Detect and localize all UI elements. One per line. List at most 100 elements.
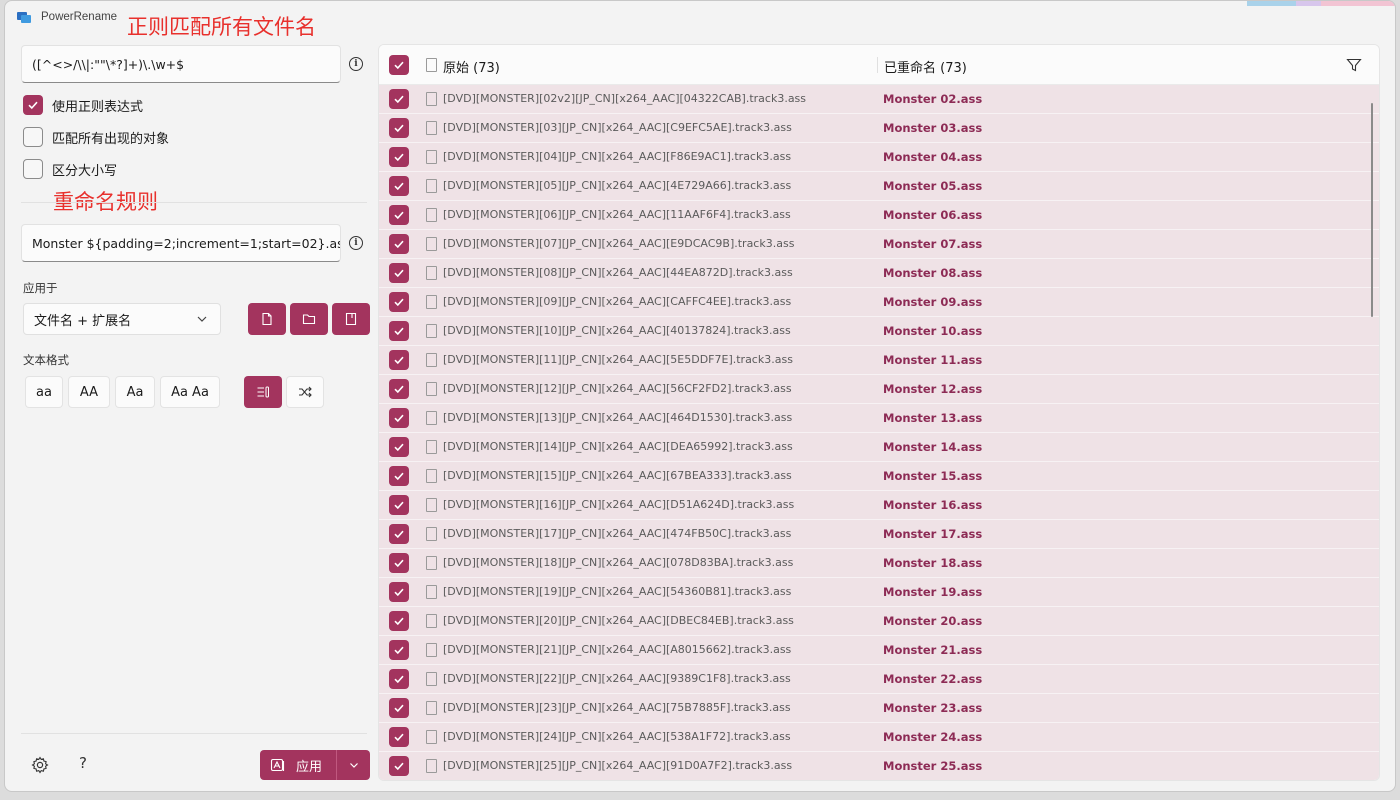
row-checkbox[interactable]: [389, 118, 409, 138]
capitalize-words-button[interactable]: Aa Aa: [160, 376, 220, 408]
row-checkbox[interactable]: [389, 147, 409, 167]
renamed-filename: Monster 20.ass: [883, 614, 983, 628]
include-files-button[interactable]: [248, 303, 286, 335]
file-row[interactable]: [DVD][MONSTER][22][JP_CN][x264_AAC][9389…: [379, 665, 1379, 694]
original-filename: [DVD][MONSTER][11][JP_CN][x264_AAC][5E5D…: [443, 353, 793, 366]
file-row[interactable]: [DVD][MONSTER][14][JP_CN][x264_AAC][DEA6…: [379, 433, 1379, 462]
file-row[interactable]: [DVD][MONSTER][20][JP_CN][x264_AAC][DBEC…: [379, 607, 1379, 636]
row-checkbox[interactable]: [389, 466, 409, 486]
folder-icon: [302, 314, 316, 325]
file-icon: [426, 382, 437, 396]
settings-gear-icon[interactable]: [31, 756, 49, 774]
file-row[interactable]: [DVD][MONSTER][13][JP_CN][x264_AAC][464D…: [379, 404, 1379, 433]
renamed-filename: Monster 12.ass: [883, 382, 983, 396]
row-checkbox[interactable]: [389, 582, 409, 602]
file-icon: [426, 701, 437, 715]
row-checkbox[interactable]: [389, 640, 409, 660]
uppercase-button[interactable]: AA: [68, 376, 110, 408]
include-subfolders-button[interactable]: [332, 303, 370, 335]
row-checkbox[interactable]: [389, 176, 409, 196]
file-row[interactable]: [DVD][MONSTER][05][JP_CN][x264_AAC][4E72…: [379, 172, 1379, 201]
match-all-checkbox[interactable]: 匹配所有出现的对象: [23, 127, 169, 147]
row-checkbox[interactable]: [389, 524, 409, 544]
renamed-filename: Monster 24.ass: [883, 730, 983, 744]
lowercase-button[interactable]: aa: [25, 376, 63, 408]
row-checkbox[interactable]: [389, 379, 409, 399]
file-row[interactable]: [DVD][MONSTER][17][JP_CN][x264_AAC][474F…: [379, 520, 1379, 549]
row-checkbox[interactable]: [389, 727, 409, 747]
file-row[interactable]: [DVD][MONSTER][02v2][JP_CN][x264_AAC][04…: [379, 85, 1379, 114]
row-checkbox[interactable]: [389, 408, 409, 428]
row-checkbox[interactable]: [389, 89, 409, 109]
file-row[interactable]: [DVD][MONSTER][23][JP_CN][x264_AAC][75B7…: [379, 694, 1379, 723]
replace-info-icon[interactable]: i: [349, 236, 363, 250]
enumerate-items-button[interactable]: [244, 376, 282, 408]
file-row[interactable]: [DVD][MONSTER][07][JP_CN][x264_AAC][E9DC…: [379, 230, 1379, 259]
row-checkbox[interactable]: [389, 553, 409, 573]
replace-input[interactable]: Monster ${padding=2;increment=1;start=02…: [21, 224, 341, 262]
row-checkbox[interactable]: [389, 611, 409, 631]
row-checkbox[interactable]: [389, 205, 409, 225]
file-row[interactable]: [DVD][MONSTER][15][JP_CN][x264_AAC][67BE…: [379, 462, 1379, 491]
apply-label: 应用: [296, 759, 323, 775]
titlecase-button[interactable]: Aa: [115, 376, 155, 408]
filter-icon[interactable]: [1346, 57, 1362, 73]
chevron-down-icon: [349, 763, 358, 768]
file-row[interactable]: [DVD][MONSTER][10][JP_CN][x264_AAC][4013…: [379, 317, 1379, 346]
apply-dropdown-button[interactable]: [337, 750, 370, 780]
footer-divider: [21, 733, 367, 734]
file-row[interactable]: [DVD][MONSTER][24][JP_CN][x264_AAC][538A…: [379, 723, 1379, 752]
file-row[interactable]: [DVD][MONSTER][03][JP_CN][x264_AAC][C9EF…: [379, 114, 1379, 143]
file-icon: [426, 498, 437, 512]
row-checkbox[interactable]: [389, 669, 409, 689]
file-row[interactable]: [DVD][MONSTER][06][JP_CN][x264_AAC][11AA…: [379, 201, 1379, 230]
apply-button[interactable]: 应用: [260, 750, 370, 780]
vertical-scrollbar[interactable]: [1371, 103, 1373, 317]
file-list-header: 原始 (73) 已重命名 (73): [379, 45, 1379, 85]
renamed-filename: Monster 16.ass: [883, 498, 983, 512]
file-row[interactable]: [DVD][MONSTER][25][JP_CN][x264_AAC][91D0…: [379, 752, 1379, 780]
original-filename: [DVD][MONSTER][24][JP_CN][x264_AAC][538A…: [443, 730, 791, 743]
file-icon: [426, 266, 437, 280]
file-icon: [426, 411, 437, 425]
search-info-icon[interactable]: i: [349, 57, 363, 71]
file-row[interactable]: [DVD][MONSTER][08][JP_CN][x264_AAC][44EA…: [379, 259, 1379, 288]
renamed-filename: Monster 07.ass: [883, 237, 983, 251]
file-row[interactable]: [DVD][MONSTER][16][JP_CN][x264_AAC][D51A…: [379, 491, 1379, 520]
original-filename: [DVD][MONSTER][03][JP_CN][x264_AAC][C9EF…: [443, 121, 792, 134]
apply-main-button[interactable]: 应用: [260, 750, 336, 780]
row-checkbox[interactable]: [389, 292, 409, 312]
row-checkbox[interactable]: [389, 495, 409, 515]
text-format-label: 文本格式: [23, 353, 69, 367]
file-row[interactable]: [DVD][MONSTER][12][JP_CN][x264_AAC][56CF…: [379, 375, 1379, 404]
row-checkbox[interactable]: [389, 263, 409, 283]
file-row[interactable]: [DVD][MONSTER][09][JP_CN][x264_AAC][CAFF…: [379, 288, 1379, 317]
row-checkbox[interactable]: [389, 698, 409, 718]
apply-to-dropdown[interactable]: 文件名 + 扩展名: [23, 303, 221, 335]
row-checkbox[interactable]: [389, 437, 409, 457]
file-row[interactable]: [DVD][MONSTER][18][JP_CN][x264_AAC][078D…: [379, 549, 1379, 578]
file-row[interactable]: [DVD][MONSTER][04][JP_CN][x264_AAC][F86E…: [379, 143, 1379, 172]
row-checkbox[interactable]: [389, 234, 409, 254]
use-regex-checkbox[interactable]: 使用正则表达式: [23, 95, 143, 115]
row-checkbox[interactable]: [389, 350, 409, 370]
renamed-column-header[interactable]: 已重命名 (73): [884, 57, 967, 76]
case-sensitive-checkbox[interactable]: 区分大小写: [23, 159, 117, 179]
original-filename: [DVD][MONSTER][06][JP_CN][x264_AAC][11AA…: [443, 208, 791, 221]
file-list-panel: 原始 (73) 已重命名 (73) [DVD][MONSTER][02v2][J…: [378, 44, 1380, 781]
include-folders-button[interactable]: [290, 303, 328, 335]
original-column-header[interactable]: 原始 (73): [443, 57, 500, 76]
help-button[interactable]: ?: [79, 754, 87, 772]
row-checkbox[interactable]: [389, 321, 409, 341]
use-regex-label: 使用正则表达式: [52, 99, 144, 115]
search-input[interactable]: ([^<>/\\|:""\*?]+)\.\w+$: [21, 45, 341, 83]
select-all-checkbox[interactable]: [389, 55, 409, 75]
file-row[interactable]: [DVD][MONSTER][11][JP_CN][x264_AAC][5E5D…: [379, 346, 1379, 375]
file-icon: [426, 324, 437, 338]
renamed-filename: Monster 15.ass: [883, 469, 983, 483]
row-checkbox[interactable]: [389, 756, 409, 776]
file-row[interactable]: [DVD][MONSTER][19][JP_CN][x264_AAC][5436…: [379, 578, 1379, 607]
file-row[interactable]: [DVD][MONSTER][21][JP_CN][x264_AAC][A801…: [379, 636, 1379, 665]
randomize-button[interactable]: [286, 376, 324, 408]
file-icon: [426, 527, 437, 541]
